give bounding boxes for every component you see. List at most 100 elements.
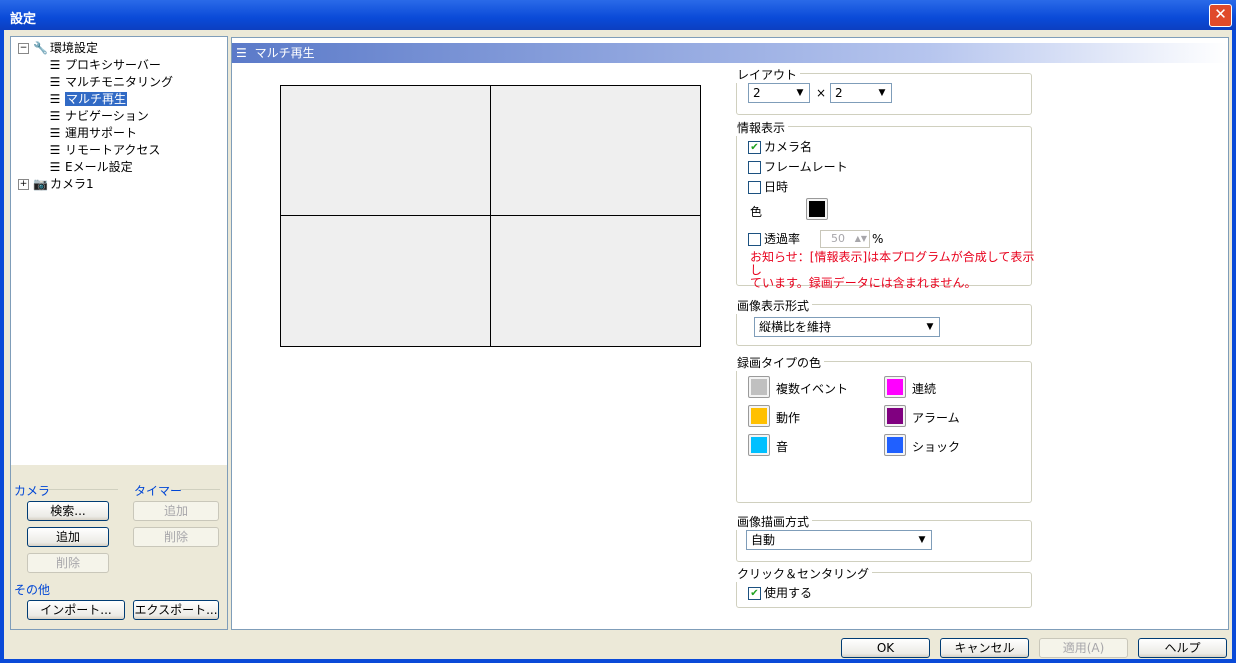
record-type-label: ショック [912,440,961,454]
color-swatch [887,379,903,395]
spinner-value: 50 [831,232,845,245]
frame-rate-checkbox[interactable]: フレームレート [748,160,848,174]
select-value: 2 [753,86,761,100]
checkbox [748,181,761,194]
tree-item[interactable]: ☰ ナビゲーション [18,108,173,125]
click-center-checkbox[interactable]: ✔ 使用する [748,586,812,600]
checkbox-label: 使用する [764,586,813,600]
alarm-color-button[interactable] [884,405,906,427]
close-button[interactable]: ✕ [1209,4,1232,27]
record-type-label: 連続 [912,382,937,396]
preview-cell [491,216,701,346]
chevron-down-icon: ▼ [796,88,804,98]
checkbox-label: 日時 [764,180,789,194]
layout-label: レイアウト [734,66,801,83]
apply-button[interactable]: 適用(A) [1039,638,1128,658]
times-symbol: × [816,86,827,100]
motion-color-button[interactable] [748,405,770,427]
tree-item[interactable]: ☰ プロキシサーバー [18,57,173,74]
divider [180,489,220,490]
ok-button[interactable]: OK [841,638,930,658]
select-value: 縦横比を維持 [759,320,832,334]
datetime-checkbox[interactable]: 日時 [748,180,788,194]
notice-line: ています。録画データには含まれません。 [750,276,977,290]
info-label: 情報表示 [734,119,789,136]
color-swatch [751,379,767,395]
panel-header: ☰ マルチ再生 [232,43,1228,63]
tree-item[interactable]: ☰ マルチモニタリング [18,74,173,91]
tree-item-label: 運用サポート [65,126,138,140]
record-type-label: 音 [776,440,789,454]
chevron-down-icon: ▼ [878,88,886,98]
tree-item-label: マルチモニタリング [65,75,174,89]
click-center-label: クリック＆センタリング [734,565,873,582]
shock-color-button[interactable] [884,434,906,456]
info-color-button[interactable] [806,198,828,220]
checkbox-checked: ✔ [748,587,761,600]
list-icon: ☰ [49,143,61,157]
window-title: 設定 [10,12,37,27]
tree-item-label: マルチ再生 [65,92,128,106]
chevron-down-icon: ▼ [926,322,934,332]
layout-rows-select[interactable]: 2 ▼ [830,83,892,103]
checkbox-label: 透過率 [764,232,801,246]
checkbox-label: フレームレート [764,160,848,174]
select-value: 2 [835,86,843,100]
delete-button[interactable]: 削除 [27,553,109,573]
tree-item[interactable]: ☰ Eメール設定 [18,159,173,176]
tree-root-label: 環境設定 [50,41,99,55]
list-icon: ☰ [49,75,61,89]
render-mode-select[interactable]: 自動 ▼ [746,530,932,550]
continuous-color-button[interactable] [884,376,906,398]
camera-name-checkbox[interactable]: ✔ カメラ名 [748,140,812,154]
color-swatch [887,437,903,453]
add-button[interactable]: 追加 [27,527,109,547]
transparency-checkbox[interactable]: 透過率 [748,232,800,246]
color-label: 色 [750,205,763,219]
tree-item-label: Eメール設定 [65,160,133,174]
expand-icon[interactable]: + [18,179,29,190]
export-button[interactable]: エクスポート... [133,600,219,620]
layout-cols-select[interactable]: 2 ▼ [748,83,810,103]
camera-icon: 📷 [33,177,48,191]
record-type-label: 動作 [776,411,801,425]
panel-header-title: マルチ再生 [254,46,315,60]
render-mode-label: 画像描画方式 [734,513,813,530]
cancel-button[interactable]: キャンセル [940,638,1029,658]
sound-color-button[interactable] [748,434,770,456]
divider [48,489,118,490]
tree-camera-label: カメラ1 [50,177,94,191]
help-button[interactable]: ヘルプ [1138,638,1227,658]
spinner-arrows-icon[interactable]: ▲▼ [855,231,867,247]
list-icon: ☰ [49,58,61,72]
import-button[interactable]: インポート... [27,600,125,620]
list-icon: ☰ [49,160,61,174]
record-colors-label: 録画タイプの色 [734,354,825,371]
image-format-select[interactable]: 縦横比を維持 ▼ [754,317,940,337]
image-format-label: 画像表示形式 [734,297,813,314]
settings-tree: − 🔧 環境設定 ☰ プロキシサーバー ☰ マルチモニタリング ☰ マルチ再生 ☰ ナビゲー… [18,40,173,193]
checkbox-checked: ✔ [748,141,761,154]
other-group-label: その他 [14,583,51,597]
info-notice: お知らせ：[情報表示]は本プログラムが合成して表示し ています。録画データには含… [750,251,1045,290]
tree-root[interactable]: − 🔧 環境設定 [18,40,173,57]
timer-delete-button[interactable]: 削除 [133,527,219,547]
tree-item[interactable]: ☰ リモートアクセス [18,142,173,159]
record-type-label: アラーム [912,411,960,425]
tree-item-selected[interactable]: ☰ マルチ再生 [18,91,173,108]
color-swatch [751,408,767,424]
camera-group-label: カメラ [14,484,51,498]
chevron-down-icon: ▼ [918,535,926,545]
tree-item-label: リモートアクセス [65,143,161,157]
search-button[interactable]: 検索... [27,501,109,521]
multi-event-color-button[interactable] [748,376,770,398]
collapse-icon[interactable]: − [18,43,29,54]
timer-add-button[interactable]: 追加 [133,501,219,521]
record-type-label: 複数イベント [776,382,849,396]
transparency-spinner[interactable]: 50 ▲▼ [820,230,870,248]
preview-cell [281,216,491,346]
tree-item-label: ナビゲーション [65,109,149,123]
wrench-icon: 🔧 [33,41,48,55]
tree-item[interactable]: ☰ 運用サポート [18,125,173,142]
tree-camera[interactable]: + 📷 カメラ1 [18,176,173,193]
